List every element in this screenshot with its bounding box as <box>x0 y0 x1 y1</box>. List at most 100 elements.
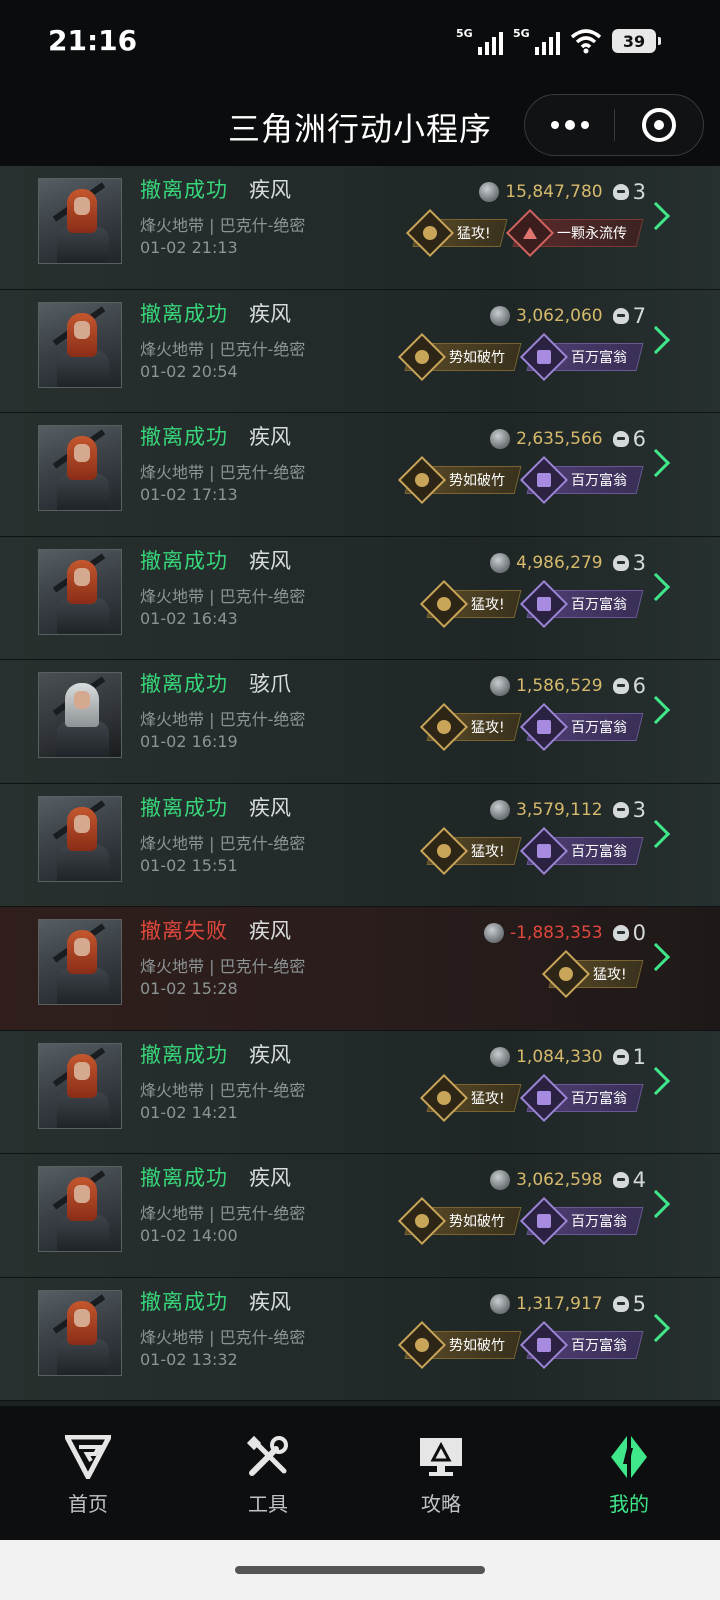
badge-list: 猛攻! 一颗永流传 <box>406 208 644 258</box>
skull-icon <box>612 1172 629 1188</box>
asset-value: 1,317,917 <box>516 1293 603 1314</box>
achievement-badge: 猛攻! <box>406 208 508 258</box>
match-stats: 1,317,917 5 <box>490 1292 646 1316</box>
tab-guide[interactable]: 攻略 <box>381 1434 501 1517</box>
asset-value: 15,847,780 <box>505 182 603 202</box>
kill-count: 7 <box>632 303 646 328</box>
badge-emblem-icon <box>397 1320 447 1369</box>
match-record-row[interactable]: 撤离失败 疾风 烽火地带 | 巴克什-绝密 01-02 15:28 -1,883… <box>0 907 720 1031</box>
badge-list: 猛攻! 百万富翁 <box>420 826 644 875</box>
badge-list: 势如破竹 百万富翁 <box>397 455 644 505</box>
guide-monitor-icon <box>420 1438 462 1476</box>
chevron-right-icon[interactable] <box>641 1313 671 1342</box>
kill-count: 3 <box>632 180 646 204</box>
badge-emblem-icon <box>397 1196 447 1246</box>
match-stats: 3,062,598 4 <box>490 1168 646 1192</box>
achievement-badge: 百万富翁 <box>519 1196 644 1246</box>
tab-mine[interactable]: 我的 <box>569 1434 689 1517</box>
chevron-right-icon[interactable] <box>641 1189 671 1219</box>
chevron-right-icon[interactable] <box>641 325 671 354</box>
badge-emblem-icon <box>420 1073 469 1122</box>
operator-avatar <box>38 795 122 882</box>
chevron-right-icon[interactable] <box>641 201 671 231</box>
achievement-badge: 猛攻! <box>420 702 522 752</box>
close-miniprogram-button[interactable] <box>615 95 703 155</box>
match-record-row[interactable]: 撤离成功 疾风 烽火地带 | 巴克什-绝密 01-02 16:43 4,986,… <box>0 536 720 660</box>
match-record-row[interactable]: 撤离成功 骇爪 烽火地带 | 巴克什-绝密 01-02 16:19 1,586,… <box>0 660 720 784</box>
operator-avatar <box>38 548 122 635</box>
achievement-badge: 一颗永流传 <box>505 208 644 258</box>
achievement-badge: 百万富翁 <box>519 455 644 505</box>
asset-value: 3,062,598 <box>516 1170 603 1190</box>
operator-avatar <box>38 301 122 388</box>
match-record-row[interactable]: 撤离成功 疾风 烽火地带 | 巴克什-绝密 01-02 13:32 1,317,… <box>0 1277 720 1401</box>
wifi-icon <box>570 29 602 54</box>
badge-list: 势如破竹 百万富翁 <box>397 332 644 381</box>
tab-label: 工具 <box>248 1492 288 1516</box>
match-record-list[interactable]: 撤离成功 疾风 烽火地带 | 巴克什-绝密 01-02 21:13 15,847… <box>0 166 720 1405</box>
operator-name: 疾风 <box>249 795 291 820</box>
achievement-badge: 势如破竹 <box>397 1196 522 1246</box>
chevron-right-icon[interactable] <box>641 1066 671 1095</box>
match-record-row[interactable]: 撤离成功 疾风 烽火地带 | 巴克什-绝密 01-02 14:00 3,062,… <box>0 1154 720 1278</box>
kill-count: 6 <box>632 674 646 698</box>
badge-label: 百万富翁 <box>571 596 627 613</box>
badge-emblem-icon <box>519 826 569 875</box>
badge-list: 猛攻! 百万富翁 <box>420 702 644 752</box>
badge-list: 势如破竹 百万富翁 <box>397 1196 644 1246</box>
coin-icon <box>490 1170 511 1190</box>
match-record-row[interactable]: 撤离成功 疾风 烽火地带 | 巴克什-绝密 01-02 14:21 1,084,… <box>0 1030 720 1154</box>
badge-label: 百万富翁 <box>571 843 627 860</box>
badge-emblem-icon <box>519 455 569 505</box>
badge-label: 百万富翁 <box>571 1214 627 1230</box>
kill-count: 5 <box>632 1291 646 1316</box>
status-icons: 5G 5G 39 <box>456 24 661 58</box>
match-record-row[interactable]: 撤离成功 疾风 烽火地带 | 巴克什-绝密 01-02 17:13 2,635,… <box>0 413 720 537</box>
home-indicator[interactable] <box>235 1566 485 1574</box>
tab-label: 攻略 <box>421 1492 461 1516</box>
map-mode: 烽火地带 | 巴克什-绝密 <box>140 833 306 853</box>
coin-icon <box>490 1046 511 1067</box>
operator-avatar <box>38 1289 122 1376</box>
match-record-row[interactable]: 撤离成功 疾风 烽火地带 | 巴克什-绝密 01-02 21:13 15,847… <box>0 166 720 290</box>
asset-value: 3,579,112 <box>516 799 603 820</box>
asset-value: -1,883,353 <box>509 923 603 943</box>
operator-name: 疾风 <box>249 1289 291 1314</box>
skull-icon <box>612 554 629 571</box>
badge-label: 一颗永流传 <box>557 226 627 242</box>
match-record-row[interactable]: 撤离成功 疾风 烽火地带 | 巴克什-绝密 01-02 15:51 3,579,… <box>0 783 720 907</box>
signal-icon: 5G <box>456 27 503 55</box>
asset-value: 1,586,529 <box>516 676 603 696</box>
badge-label: 势如破竹 <box>449 473 505 489</box>
tab-home[interactable]: 首页 <box>28 1434 148 1517</box>
signal-icon: 5G <box>513 27 560 55</box>
coin-icon <box>490 305 511 326</box>
skull-icon <box>612 184 629 200</box>
chevron-right-icon[interactable] <box>641 819 671 848</box>
badge-list: 势如破竹 百万富翁 <box>397 1320 644 1369</box>
extraction-status: 撤离成功 <box>140 1166 228 1190</box>
more-options-button[interactable] <box>525 95 614 155</box>
kill-count: 0 <box>632 921 646 945</box>
badge-emblem-icon <box>420 579 469 628</box>
badge-emblem-icon <box>420 702 469 752</box>
achievement-badge: 猛攻! <box>420 579 522 628</box>
skull-icon <box>612 678 629 694</box>
tab-tools[interactable]: 工具 <box>208 1434 328 1517</box>
badge-label: 百万富翁 <box>571 349 627 366</box>
asset-value: 1,084,330 <box>516 1046 603 1067</box>
chevron-right-icon[interactable] <box>641 572 671 601</box>
chevron-right-icon[interactable] <box>641 942 671 972</box>
badge-label: 猛攻! <box>471 843 505 860</box>
coin-icon <box>483 923 504 943</box>
match-record-row[interactable]: 撤离成功 疾风 烽火地带 | 巴克什-绝密 01-02 20:54 3,062,… <box>0 289 720 413</box>
badge-label: 猛攻! <box>471 1090 505 1107</box>
chevron-right-icon[interactable] <box>641 448 671 478</box>
match-time: 01-02 14:21 <box>140 1102 238 1122</box>
system-nav-area <box>0 1540 720 1600</box>
badge-emblem-icon <box>505 208 555 258</box>
coin-icon <box>490 799 511 820</box>
achievement-badge: 猛攻! <box>420 1073 522 1122</box>
chevron-right-icon[interactable] <box>641 695 671 725</box>
skull-icon <box>612 925 629 941</box>
